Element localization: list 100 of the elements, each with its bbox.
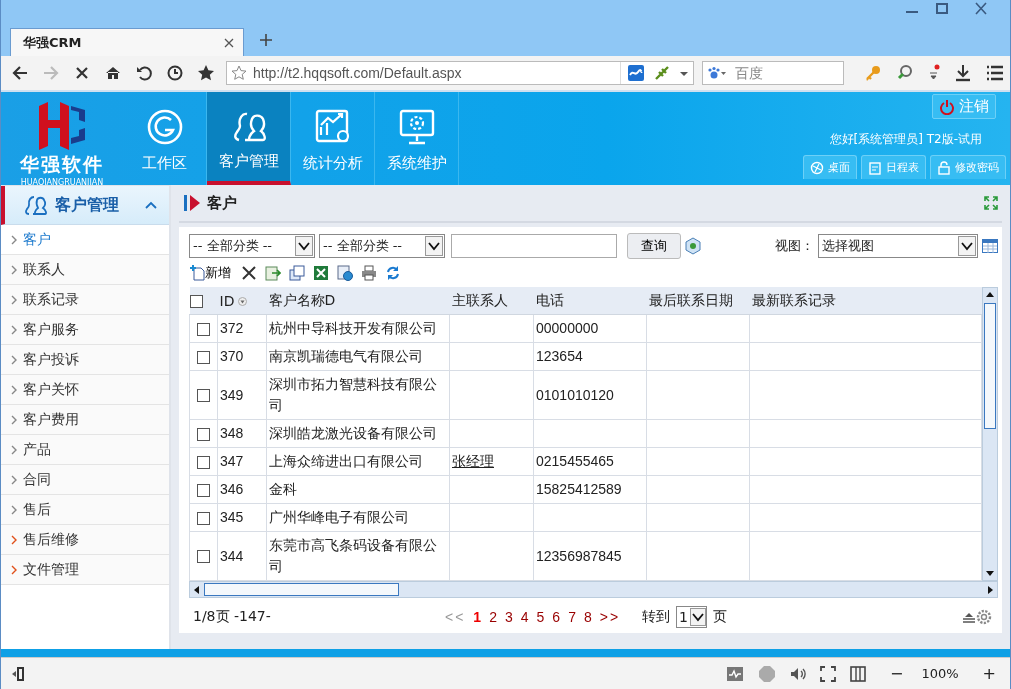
sidebar-item[interactable]: 联系人 bbox=[1, 255, 169, 285]
vertical-scrollbar[interactable] bbox=[982, 287, 998, 581]
paw-icon bbox=[707, 66, 727, 80]
column-header[interactable]: 最后联系日期 bbox=[646, 287, 750, 315]
nav-tab[interactable]: 客户管理 bbox=[207, 92, 291, 185]
power-icon bbox=[939, 98, 955, 115]
sidebar-item[interactable]: 客户服务 bbox=[1, 315, 169, 345]
search-box[interactable]: 百度 bbox=[702, 61, 844, 85]
sidebar-item[interactable]: 文件管理 bbox=[1, 555, 169, 585]
refresh-icon[interactable] bbox=[385, 265, 401, 281]
column-header[interactable]: 最新联系记录 bbox=[749, 287, 982, 315]
zoom-in-button[interactable]: + bbox=[980, 664, 998, 683]
dropdown[interactable]: 选择视图 bbox=[818, 234, 978, 258]
new-tab-icon[interactable] bbox=[260, 34, 272, 46]
fullscreen-icon[interactable] bbox=[820, 665, 836, 682]
query-button[interactable]: 查询 bbox=[627, 233, 681, 259]
page-link[interactable]: 8 bbox=[583, 608, 592, 625]
row-checkbox[interactable] bbox=[197, 350, 210, 364]
row-checkbox[interactable] bbox=[197, 389, 210, 403]
back-icon[interactable] bbox=[11, 64, 29, 82]
copy-icon[interactable] bbox=[289, 265, 305, 281]
page-dropdown[interactable]: 1 bbox=[676, 605, 707, 628]
column-header[interactable]: 客户名称D bbox=[266, 287, 450, 315]
row-checkbox[interactable] bbox=[197, 483, 210, 497]
magnifier-icon[interactable] bbox=[896, 64, 914, 82]
page-link[interactable]: 7 bbox=[568, 608, 576, 625]
browser-tab[interactable]: 华强CRM bbox=[10, 28, 244, 56]
address-bar[interactable]: http://t2.hqqsoft.com/Default.aspx bbox=[226, 61, 694, 85]
search-input[interactable] bbox=[451, 234, 617, 258]
column-header[interactable]: 主联系人 bbox=[449, 287, 534, 315]
page-link[interactable]: 5 bbox=[536, 608, 545, 625]
print-icon[interactable] bbox=[361, 265, 377, 281]
dropdown[interactable]: -- 全部分类 -- bbox=[319, 234, 445, 258]
table-cell: 深圳皓龙激光设备有限公司 bbox=[266, 419, 450, 448]
row-checkbox[interactable] bbox=[197, 455, 210, 469]
zoom-level: 100% bbox=[921, 666, 959, 681]
row-checkbox[interactable] bbox=[197, 427, 210, 441]
sidebar-item[interactable]: 合同 bbox=[1, 465, 169, 495]
sidebar-item[interactable]: 联系记录 bbox=[1, 285, 169, 315]
table-cell: 15825412589 bbox=[533, 475, 647, 504]
page-link[interactable]: 2 bbox=[489, 608, 497, 625]
sort-icon[interactable] bbox=[238, 296, 248, 306]
page-link[interactable]: 1 bbox=[473, 608, 482, 625]
table-cell: 370 bbox=[217, 342, 267, 371]
sidebar-item[interactable]: 客户投诉 bbox=[1, 345, 169, 375]
scroll-thumb[interactable] bbox=[984, 303, 996, 429]
view-label: 视图： bbox=[775, 237, 814, 255]
last-page-link[interactable]: >> bbox=[599, 608, 621, 625]
table-cell: 广州华峰电子有限公司 bbox=[266, 503, 450, 532]
zoom-out-button[interactable]: − bbox=[888, 664, 906, 683]
page-link[interactable]: 6 bbox=[552, 608, 561, 625]
split-view-icon[interactable] bbox=[850, 665, 866, 682]
star-icon[interactable] bbox=[197, 64, 215, 82]
activity-icon[interactable] bbox=[726, 665, 744, 682]
page-summary: 1/8页 -147- bbox=[193, 607, 272, 626]
table-cell: 上海众缔进出口有限公司 bbox=[266, 447, 450, 476]
row-checkbox[interactable] bbox=[197, 550, 210, 564]
greeting-text: 您好[系统管理员] T2版-试用 bbox=[829, 131, 982, 148]
close-icon[interactable] bbox=[224, 37, 234, 48]
sidebar-item[interactable]: 售后 bbox=[1, 495, 169, 525]
table-settings-icon[interactable] bbox=[982, 239, 998, 253]
export-icon[interactable] bbox=[265, 265, 281, 281]
download-icon[interactable] bbox=[954, 64, 972, 82]
table-cell: 345 bbox=[217, 503, 267, 532]
row-checkbox[interactable] bbox=[197, 511, 210, 525]
spreadsheet-icon[interactable] bbox=[313, 265, 329, 281]
table-cell: 深圳市拓力智慧科技有限公司 bbox=[266, 370, 450, 420]
horizontal-scrollbar[interactable] bbox=[189, 581, 998, 598]
table-cell: 348 bbox=[217, 419, 267, 448]
select-all-checkbox[interactable] bbox=[189, 295, 203, 308]
delete-icon[interactable] bbox=[241, 265, 257, 281]
dropdown[interactable]: -- 全部分类 -- bbox=[189, 234, 315, 258]
bookmark-star-icon[interactable] bbox=[231, 65, 247, 81]
page-link[interactable]: 3 bbox=[504, 608, 513, 625]
scroll-thumb[interactable] bbox=[204, 583, 399, 596]
page-link[interactable]: 4 bbox=[520, 608, 529, 625]
goto-suffix: 页 bbox=[713, 607, 727, 626]
collapse-icon[interactable] bbox=[145, 201, 157, 209]
menu-icon[interactable] bbox=[986, 64, 1004, 82]
sidebar-toggle-icon[interactable] bbox=[11, 665, 25, 682]
table-cell: 349 bbox=[217, 370, 267, 420]
sidebar-item[interactable]: 客户费用 bbox=[1, 405, 169, 435]
column-header[interactable]: ID bbox=[219, 293, 235, 309]
column-header[interactable]: 电话 bbox=[533, 287, 647, 315]
plug-icon[interactable] bbox=[653, 64, 671, 82]
sidebar-item[interactable]: 客户关怀 bbox=[1, 375, 169, 405]
sidebar-item[interactable]: 产品 bbox=[1, 435, 169, 465]
sidebar-item[interactable]: 售后维修 bbox=[1, 525, 169, 555]
table-cell: 123654 bbox=[533, 342, 647, 371]
search-input[interactable]: 百度 bbox=[733, 64, 827, 82]
table-cell: 344 bbox=[217, 531, 267, 581]
reload-icon[interactable] bbox=[135, 64, 153, 82]
globe-document-icon[interactable] bbox=[337, 265, 353, 281]
wave-icon[interactable] bbox=[627, 64, 645, 82]
home-icon[interactable] bbox=[104, 64, 122, 82]
new-button[interactable]: 新增 bbox=[189, 264, 231, 282]
row-checkbox[interactable] bbox=[197, 322, 210, 336]
settings-icon[interactable] bbox=[976, 608, 992, 625]
history-icon[interactable] bbox=[166, 64, 184, 82]
sidebar-header[interactable]: 客户管理 bbox=[1, 186, 169, 225]
